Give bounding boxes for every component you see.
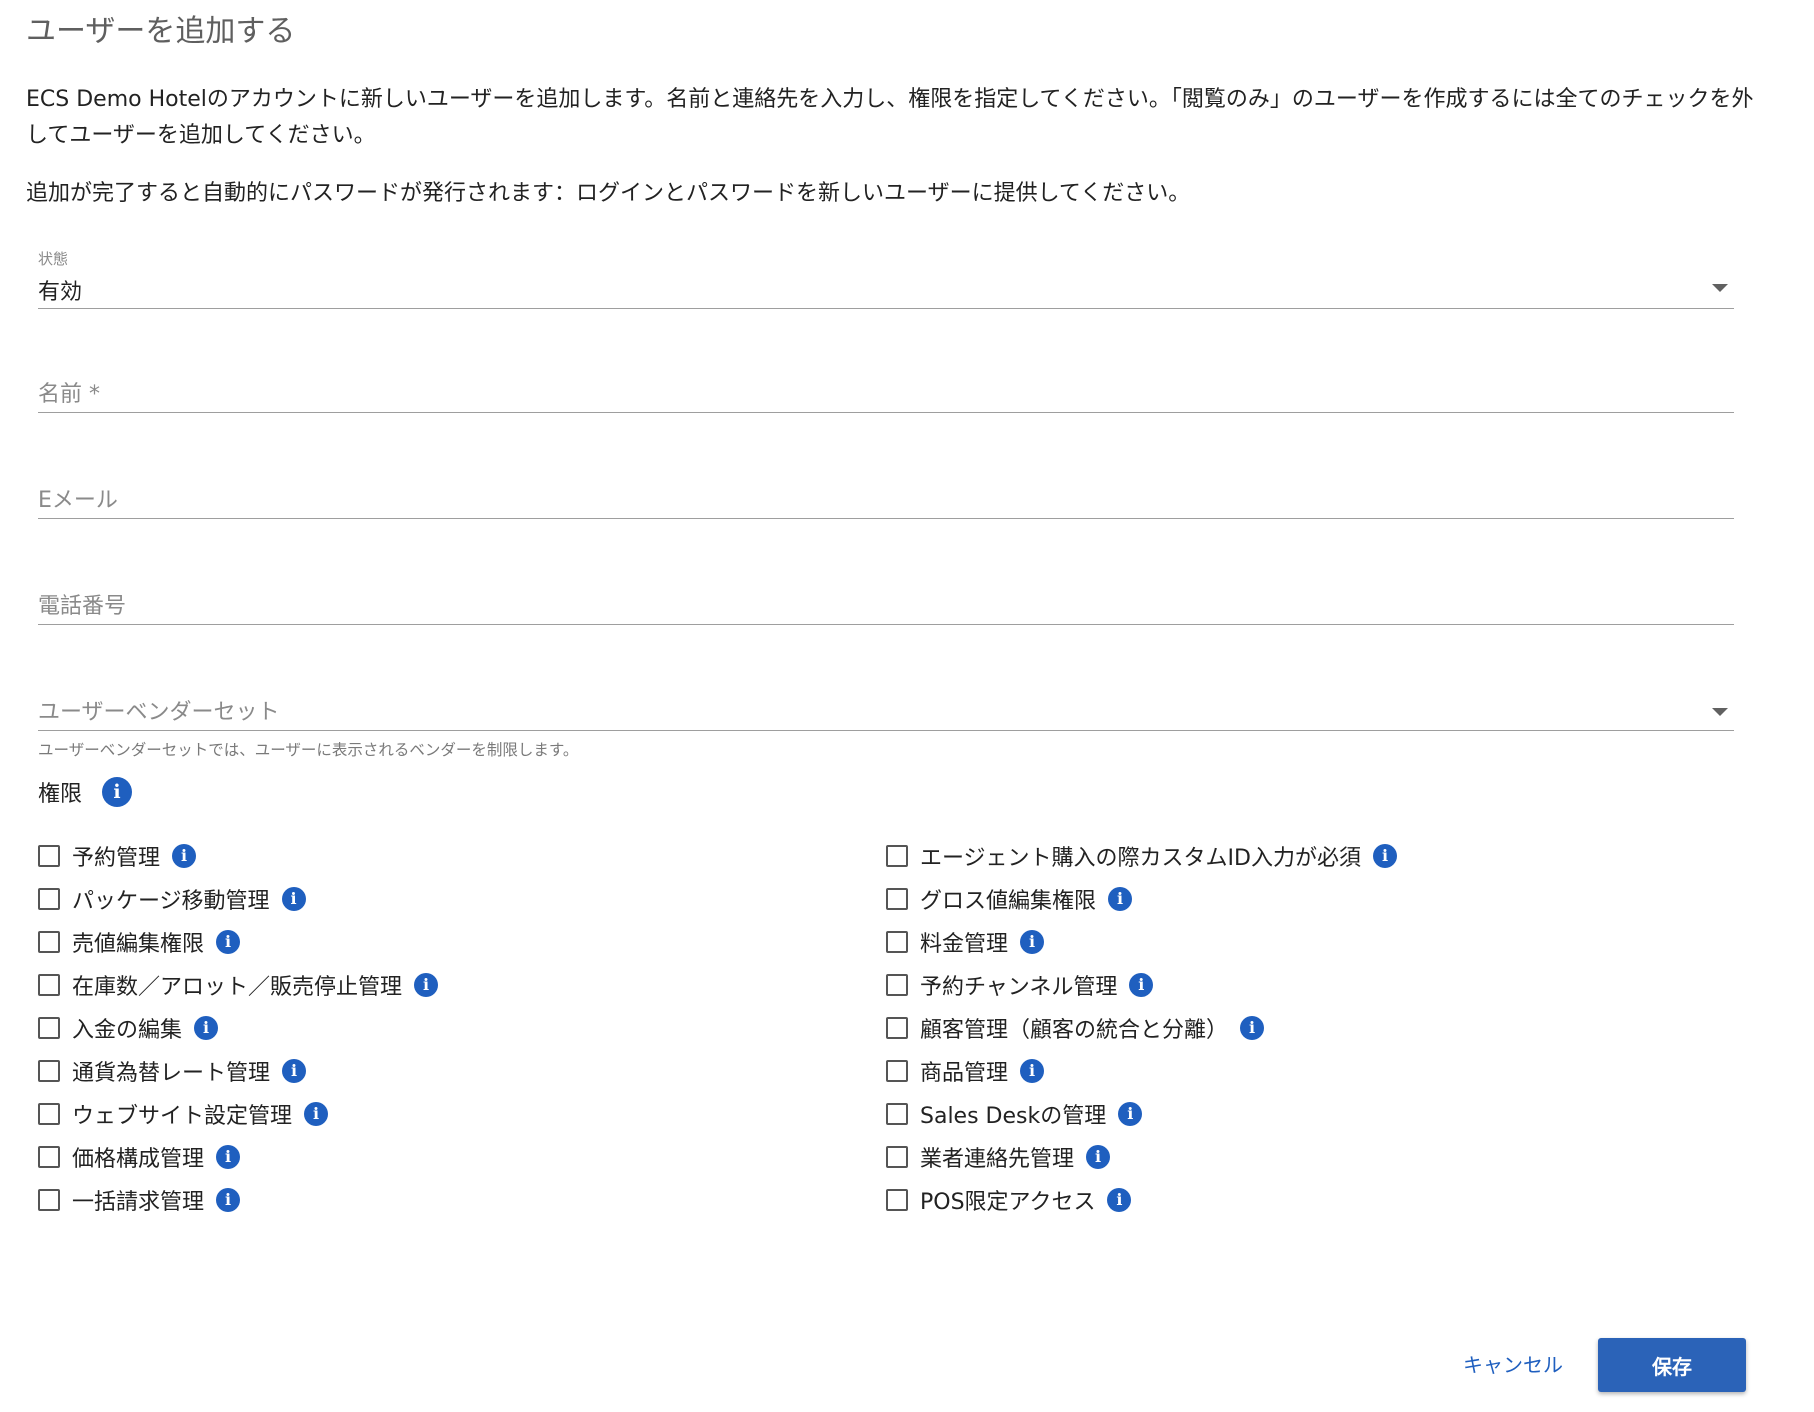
permission-item[interactable]: 予約チャンネル管理 i	[886, 963, 1397, 1006]
dialog-description: ECS Demo Hotelのアカウントに新しいユーザーを追加します。名前と連絡…	[26, 87, 1754, 148]
permission-checkbox[interactable]	[38, 973, 60, 996]
permission-checkbox[interactable]	[886, 1059, 908, 1082]
info-icon[interactable]: i	[1118, 1101, 1143, 1126]
permission-label: 料金管理	[920, 931, 1009, 957]
email-placeholder: Eメール	[38, 488, 118, 513]
permission-label: 入金の編集	[72, 1017, 183, 1043]
permission-checkbox[interactable]	[886, 973, 908, 996]
permission-item[interactable]: 業者連絡先管理 i	[886, 1135, 1397, 1178]
info-icon[interactable]: i	[304, 1101, 329, 1126]
permissions-label: 権限	[38, 782, 83, 807]
dropdown-arrow-icon	[1712, 284, 1728, 292]
info-icon[interactable]: i	[216, 929, 241, 954]
permission-item[interactable]: 顧客管理（顧客の統合と分離） i	[886, 1006, 1397, 1049]
permission-item[interactable]: 売値編集権限 i	[38, 920, 438, 963]
permission-checkbox[interactable]	[38, 1145, 60, 1168]
save-button[interactable]: 保存	[1598, 1338, 1746, 1392]
status-value: 有効	[38, 280, 83, 305]
info-icon[interactable]: i	[216, 1144, 241, 1169]
permission-checkbox[interactable]	[38, 844, 60, 867]
permission-item[interactable]: パッケージ移動管理 i	[38, 877, 438, 920]
permission-item[interactable]: 予約管理 i	[38, 834, 438, 877]
email-field[interactable]: Eメール	[38, 476, 1734, 519]
permission-checkbox[interactable]	[38, 887, 60, 910]
info-icon[interactable]: i	[282, 1058, 307, 1083]
dropdown-arrow-icon	[1712, 708, 1728, 716]
permission-checkbox[interactable]	[886, 1016, 908, 1039]
permission-checkbox[interactable]	[886, 1102, 908, 1125]
info-icon[interactable]: i	[172, 843, 197, 868]
permission-label: 顧客管理（顧客の統合と分離）	[920, 1017, 1229, 1043]
permission-item[interactable]: POS限定アクセス i	[886, 1178, 1397, 1221]
permission-label: 在庫数／アロット／販売停止管理	[72, 974, 403, 1000]
permission-label: 通貨為替レート管理	[72, 1060, 271, 1086]
permission-item[interactable]: グロス値編集権限 i	[886, 877, 1397, 920]
info-icon[interactable]: i	[281, 886, 306, 911]
info-icon[interactable]: i	[1086, 1144, 1111, 1169]
permission-label: 価格構成管理	[72, 1146, 205, 1172]
permission-checkbox[interactable]	[38, 1016, 60, 1039]
permission-label: グロス値編集権限	[920, 888, 1097, 914]
info-icon[interactable]: i	[1107, 1187, 1132, 1212]
permission-checkbox[interactable]	[38, 1059, 60, 1082]
name-placeholder: 名前 *	[38, 382, 100, 407]
permission-label: 売値編集権限	[72, 931, 205, 957]
permission-checkbox[interactable]	[886, 844, 908, 867]
permissions-header: 権限 i	[38, 776, 133, 808]
info-icon[interactable]: i	[194, 1015, 219, 1040]
info-icon[interactable]: i	[102, 777, 133, 807]
permission-checkbox[interactable]	[886, 930, 908, 953]
info-icon[interactable]: i	[1020, 1058, 1045, 1083]
vendor-set-select[interactable]: ユーザーベンダーセット	[38, 688, 1734, 731]
permission-label: 予約チャンネル管理	[920, 974, 1118, 1000]
permission-item[interactable]: 料金管理 i	[886, 920, 1397, 963]
permission-label: 予約管理	[72, 845, 161, 871]
permission-checkbox[interactable]	[886, 887, 908, 910]
permission-checkbox[interactable]	[38, 1102, 60, 1125]
permission-item[interactable]: 価格構成管理 i	[38, 1135, 438, 1178]
permission-item[interactable]: 商品管理 i	[886, 1049, 1397, 1092]
permission-checkbox[interactable]	[886, 1145, 908, 1168]
status-select[interactable]: 状態 有効	[38, 242, 1734, 309]
phone-placeholder: 電話番号	[38, 594, 127, 619]
permission-label: 業者連絡先管理	[920, 1146, 1075, 1172]
permissions-left-column: 予約管理 i パッケージ移動管理 i 売値編集権限 i 在庫数／アロット／販売停止管理 i 入金…	[38, 834, 439, 1221]
name-field[interactable]: 名前 *	[38, 370, 1734, 413]
permission-item[interactable]: 一括請求管理 i	[38, 1178, 438, 1221]
vendor-set-placeholder: ユーザーベンダーセット	[38, 700, 280, 725]
permission-label: POS限定アクセス	[920, 1189, 1096, 1215]
info-icon[interactable]: i	[216, 1187, 241, 1212]
dialog-title: ユーザーを追加する	[26, 14, 296, 49]
permission-checkbox[interactable]	[38, 1188, 60, 1211]
permission-item[interactable]: エージェント購入の際カスタムID入力が必須 i	[886, 834, 1397, 877]
vendor-set-hint: ユーザーベンダーセットでは、ユーザーに表示されるベンダーを制限します。	[38, 741, 579, 759]
permission-item[interactable]: Sales Deskの管理 i	[886, 1092, 1397, 1135]
permission-label: エージェント購入の際カスタムID入力が必須	[920, 845, 1361, 871]
dialog-password-note: 追加が完了すると自動的にパスワードが発行されます：ログインとパスワードを新しいユ…	[26, 181, 1191, 206]
status-label: 状態	[38, 250, 69, 268]
permission-item[interactable]: 在庫数／アロット／販売停止管理 i	[38, 963, 439, 1006]
permission-checkbox[interactable]	[38, 930, 60, 953]
permission-item[interactable]: ウェブサイト設定管理 i	[38, 1092, 438, 1135]
permission-checkbox[interactable]	[886, 1188, 908, 1211]
info-icon[interactable]: i	[1129, 972, 1154, 997]
info-icon[interactable]: i	[1240, 1015, 1265, 1040]
info-icon[interactable]: i	[1373, 843, 1397, 868]
permission-item[interactable]: 入金の編集 i	[38, 1006, 438, 1049]
permission-label: パッケージ移動管理	[72, 888, 270, 914]
info-icon[interactable]: i	[414, 972, 439, 997]
permissions-right-column: エージェント購入の際カスタムID入力が必須 i グロス値編集権限 i 料金管理 i 予約チャ…	[886, 834, 1397, 1221]
cancel-button[interactable]: キャンセル	[1448, 1338, 1578, 1388]
info-icon[interactable]: i	[1020, 929, 1045, 954]
permission-item[interactable]: 通貨為替レート管理 i	[38, 1049, 438, 1092]
phone-field[interactable]: 電話番号	[38, 582, 1734, 625]
permission-label: Sales Deskの管理	[920, 1103, 1107, 1129]
permission-label: 一括請求管理	[72, 1189, 205, 1215]
permission-label: ウェブサイト設定管理	[72, 1103, 293, 1129]
permission-label: 商品管理	[920, 1060, 1009, 1086]
info-icon[interactable]: i	[1108, 886, 1133, 911]
